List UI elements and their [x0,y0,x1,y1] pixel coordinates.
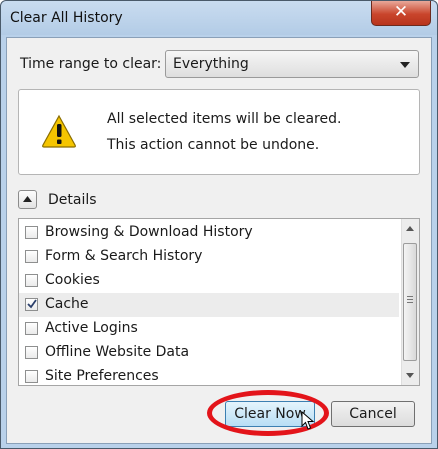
list-item[interactable]: Cache [19,293,399,317]
item-label: Cache [45,296,89,312]
time-range-value: Everything [173,56,249,72]
list-item[interactable]: Active Logins [19,317,399,341]
item-label: Offline Website Data [45,344,190,360]
item-label: Active Logins [45,320,138,336]
list-item[interactable]: Cookies [19,269,399,293]
checkbox[interactable] [25,226,38,239]
time-range-label: Time range to clear: [20,56,162,72]
warning-panel: All selected items will be cleared. This… [18,89,420,175]
item-label: Site Preferences [45,368,159,384]
close-icon: ✕ [393,2,409,22]
title-bar[interactable]: Clear All History ✕ [1,1,437,35]
clear-history-dialog: Clear All History ✕ Time range to clear:… [0,0,438,449]
warning-text-1: All selected items will be cleared. [107,111,342,127]
list-item[interactable]: Site Preferences [19,365,399,385]
time-range-select[interactable]: Everything [165,50,419,78]
grip-icon [407,296,413,305]
item-label: Cookies [45,272,100,288]
warning-icon [42,114,76,148]
checkbox[interactable] [25,274,38,287]
list-scrollbar[interactable] [401,219,419,385]
window-title: Clear All History [10,10,123,26]
checkbox[interactable] [25,370,38,383]
warning-text-2: This action cannot be undone. [107,137,320,153]
close-button[interactable]: ✕ [371,1,431,26]
chevron-down-icon [400,62,410,68]
details-label[interactable]: Details [48,192,97,208]
item-label: Browsing & Download History [45,224,253,240]
checkbox[interactable] [25,346,38,359]
scroll-down-icon[interactable] [406,373,414,378]
details-toggle-button[interactable] [18,190,37,209]
mouse-cursor-icon [301,411,315,430]
scroll-up-icon[interactable] [406,226,414,231]
item-label: Form & Search History [45,248,203,264]
scrollbar-thumb[interactable] [403,243,417,361]
list-item[interactable]: Form & Search History [19,245,399,269]
chevron-up-icon [23,196,32,202]
checkbox[interactable] [25,250,38,263]
list-item[interactable]: Offline Website Data [19,341,399,365]
checkbox[interactable] [25,298,38,311]
checkbox[interactable] [25,322,38,335]
list-item[interactable]: Browsing & Download History [19,221,399,245]
dialog-body: Time range to clear: Everything All sele… [6,37,432,444]
history-items-list: Browsing & Download History Form & Searc… [18,218,420,386]
cancel-button[interactable]: Cancel [331,401,415,427]
checkmark-icon [27,299,37,309]
